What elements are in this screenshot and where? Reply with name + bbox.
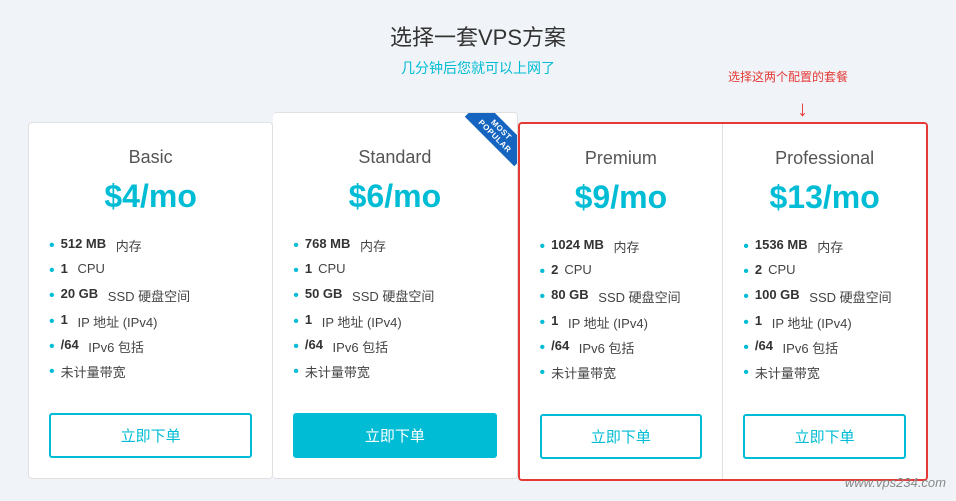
feature-item: 50 GB SSD 硬盘空间 bbox=[293, 283, 496, 308]
plan-premium-order-button[interactable]: 立即下单 bbox=[540, 414, 703, 459]
plan-professional-name: Professional bbox=[743, 148, 906, 169]
annotation-text: 选择这两个配置的套餐 bbox=[728, 68, 848, 85]
plan-basic-features: 512 MB 内存 1 CPU 20 GB SSD 硬盘空间 1 IP 地址 (… bbox=[49, 233, 252, 393]
plan-standard-features: 768 MB 内存 1CPU 50 GB SSD 硬盘空间 1 IP 地址 (I… bbox=[293, 233, 496, 393]
plan-standard-order-button[interactable]: 立即下单 bbox=[293, 413, 496, 458]
feature-item: 80 GB SSD 硬盘空间 bbox=[540, 284, 703, 309]
feature-item: 1 IP 地址 (IPv4) bbox=[293, 309, 496, 334]
plan-professional-features: 1536 MB 内存 2CPU 100 GB SSD 硬盘空间 1 IP 地址 … bbox=[743, 234, 906, 394]
feature-item: 未计量带宽 bbox=[743, 360, 906, 385]
page-title: 选择一套VPS方案 bbox=[390, 20, 566, 52]
feature-item: /64 IPv6 包括 bbox=[49, 334, 252, 359]
feature-item: 1 IP 地址 (IPv4) bbox=[743, 310, 906, 335]
plan-premium-price: $9/mo bbox=[540, 179, 703, 216]
feature-item: 100 GB SSD 硬盘空间 bbox=[743, 284, 906, 309]
plans-container: Basic $4/mo 512 MB 内存 1 CPU 20 GB SSD 硬盘… bbox=[28, 122, 928, 481]
feature-item: 2CPU bbox=[743, 259, 906, 284]
feature-item: 未计量带宽 bbox=[49, 359, 252, 384]
highlighted-plans-wrapper: Premium $9/mo 1024 MB 内存 2CPU 80 GB SSD … bbox=[518, 122, 929, 481]
feature-item: 1 CPU bbox=[49, 258, 252, 283]
plan-basic-name: Basic bbox=[49, 147, 252, 168]
plan-premium-features: 1024 MB 内存 2CPU 80 GB SSD 硬盘空间 1 IP 地址 (… bbox=[540, 234, 703, 394]
plan-basic: Basic $4/mo 512 MB 内存 1 CPU 20 GB SSD 硬盘… bbox=[28, 122, 273, 479]
feature-item: /64 IPv6 包括 bbox=[293, 334, 496, 359]
plan-premium-name: Premium bbox=[540, 148, 703, 169]
plan-professional: Professional $13/mo 1536 MB 内存 2CPU 100 … bbox=[723, 124, 926, 479]
feature-item: 1 IP 地址 (IPv4) bbox=[540, 310, 703, 335]
page-header: 选择一套VPS方案 几分钟后您就可以上网了 bbox=[390, 20, 566, 78]
plan-standard: MOST POPULAR Standard $6/mo 768 MB 内存 1C… bbox=[273, 112, 517, 479]
plan-professional-price: $13/mo bbox=[743, 179, 906, 216]
feature-item: 1 IP 地址 (IPv4) bbox=[49, 309, 252, 334]
feature-item: 768 MB 内存 bbox=[293, 233, 496, 258]
feature-item: 1024 MB 内存 bbox=[540, 234, 703, 259]
watermark: www.vps234.com bbox=[845, 475, 946, 490]
feature-item: 512 MB 内存 bbox=[49, 233, 252, 258]
feature-item: 2CPU bbox=[540, 259, 703, 284]
feature-item: 20 GB SSD 硬盘空间 bbox=[49, 283, 252, 308]
plan-standard-name: Standard bbox=[293, 147, 496, 168]
plan-standard-price: $6/mo bbox=[293, 178, 496, 215]
plan-premium: Premium $9/mo 1024 MB 内存 2CPU 80 GB SSD … bbox=[520, 124, 724, 479]
feature-item: 未计量带宽 bbox=[293, 359, 496, 384]
feature-item: 1CPU bbox=[293, 258, 496, 283]
plan-professional-order-button[interactable]: 立即下单 bbox=[743, 414, 906, 459]
feature-item: /64 IPv6 包括 bbox=[540, 335, 703, 360]
plan-basic-order-button[interactable]: 立即下单 bbox=[49, 413, 252, 458]
feature-item: /64 IPv6 包括 bbox=[743, 335, 906, 360]
feature-item: 1536 MB 内存 bbox=[743, 234, 906, 259]
plan-basic-price: $4/mo bbox=[49, 178, 252, 215]
page-subtitle: 几分钟后您就可以上网了 bbox=[390, 58, 566, 78]
feature-item: 未计量带宽 bbox=[540, 360, 703, 385]
